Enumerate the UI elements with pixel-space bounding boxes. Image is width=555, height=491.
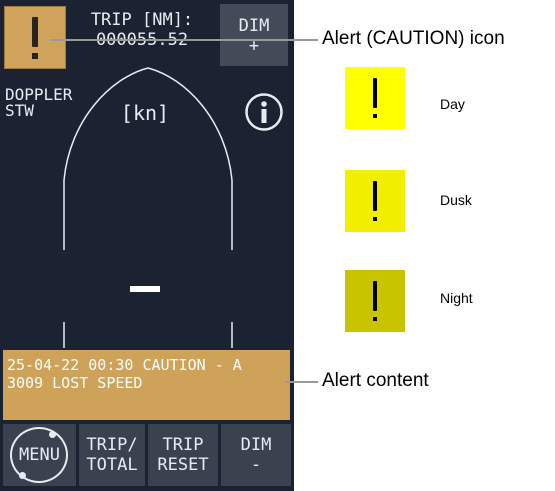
exclamation-icon: [32, 16, 38, 59]
menu-dot-icon: [19, 472, 26, 479]
alert-content-bar[interactable]: 25-04-22 00:30 CAUTION - A 3009 LOST SPE…: [3, 350, 290, 420]
dusk-label: Dusk: [440, 192, 472, 208]
speed-mode-label: DOPPLER STW: [5, 87, 72, 119]
dim-up-label: DIM: [238, 16, 270, 36]
trip-readout: TRIP [NM]: 000055.52: [72, 10, 212, 50]
alert-icon-night: [345, 270, 405, 332]
dim-down-button[interactable]: DIM -: [221, 424, 291, 486]
trip-reset-line-2: RESET: [157, 455, 209, 475]
trip-total-button[interactable]: TRIP/ TOTAL: [79, 424, 145, 486]
alert-line-1: 25-04-22 00:30 CAUTION - A: [7, 356, 242, 374]
menu-button[interactable]: MENU: [3, 424, 76, 486]
dim-down-line-2: -: [250, 455, 262, 475]
alert-icon-day: [345, 67, 405, 129]
trip-label: TRIP [NM]:: [90, 10, 194, 30]
stw-label: STW: [5, 101, 34, 120]
night-label: Night: [440, 290, 473, 306]
alert-icon-dusk: [345, 170, 405, 232]
alert-content-callout: Alert content: [322, 370, 429, 391]
speed-value-dash: [130, 286, 160, 292]
alert-content-callout-line: [285, 381, 318, 383]
exclamation-icon: [373, 181, 377, 221]
device-screen: TRIP [NM]: 000055.52 DIM + DOPPLER STW […: [0, 0, 294, 491]
trip-reset-line-1: TRIP: [162, 435, 204, 455]
alert-line-2: 3009 LOST SPEED: [7, 374, 143, 392]
exclamation-icon: [373, 281, 377, 321]
exclamation-icon: [373, 78, 377, 118]
alert-icon-callout: Alert (CAUTION) icon: [322, 28, 505, 49]
alert-caution-icon[interactable]: [4, 6, 66, 69]
menu-dot-icon: [49, 431, 56, 438]
trip-total-line-2: TOTAL: [86, 455, 138, 475]
info-icon[interactable]: [244, 92, 284, 132]
alert-icon-callout-line: [50, 39, 318, 41]
speed-unit: [kn]: [120, 101, 170, 125]
trip-total-line-1: TRIP/: [86, 435, 138, 455]
dim-down-line-1: DIM: [240, 435, 272, 455]
day-label: Day: [440, 96, 465, 112]
dim-up-button[interactable]: DIM +: [220, 4, 288, 66]
trip-reset-button[interactable]: TRIP RESET: [148, 424, 218, 486]
